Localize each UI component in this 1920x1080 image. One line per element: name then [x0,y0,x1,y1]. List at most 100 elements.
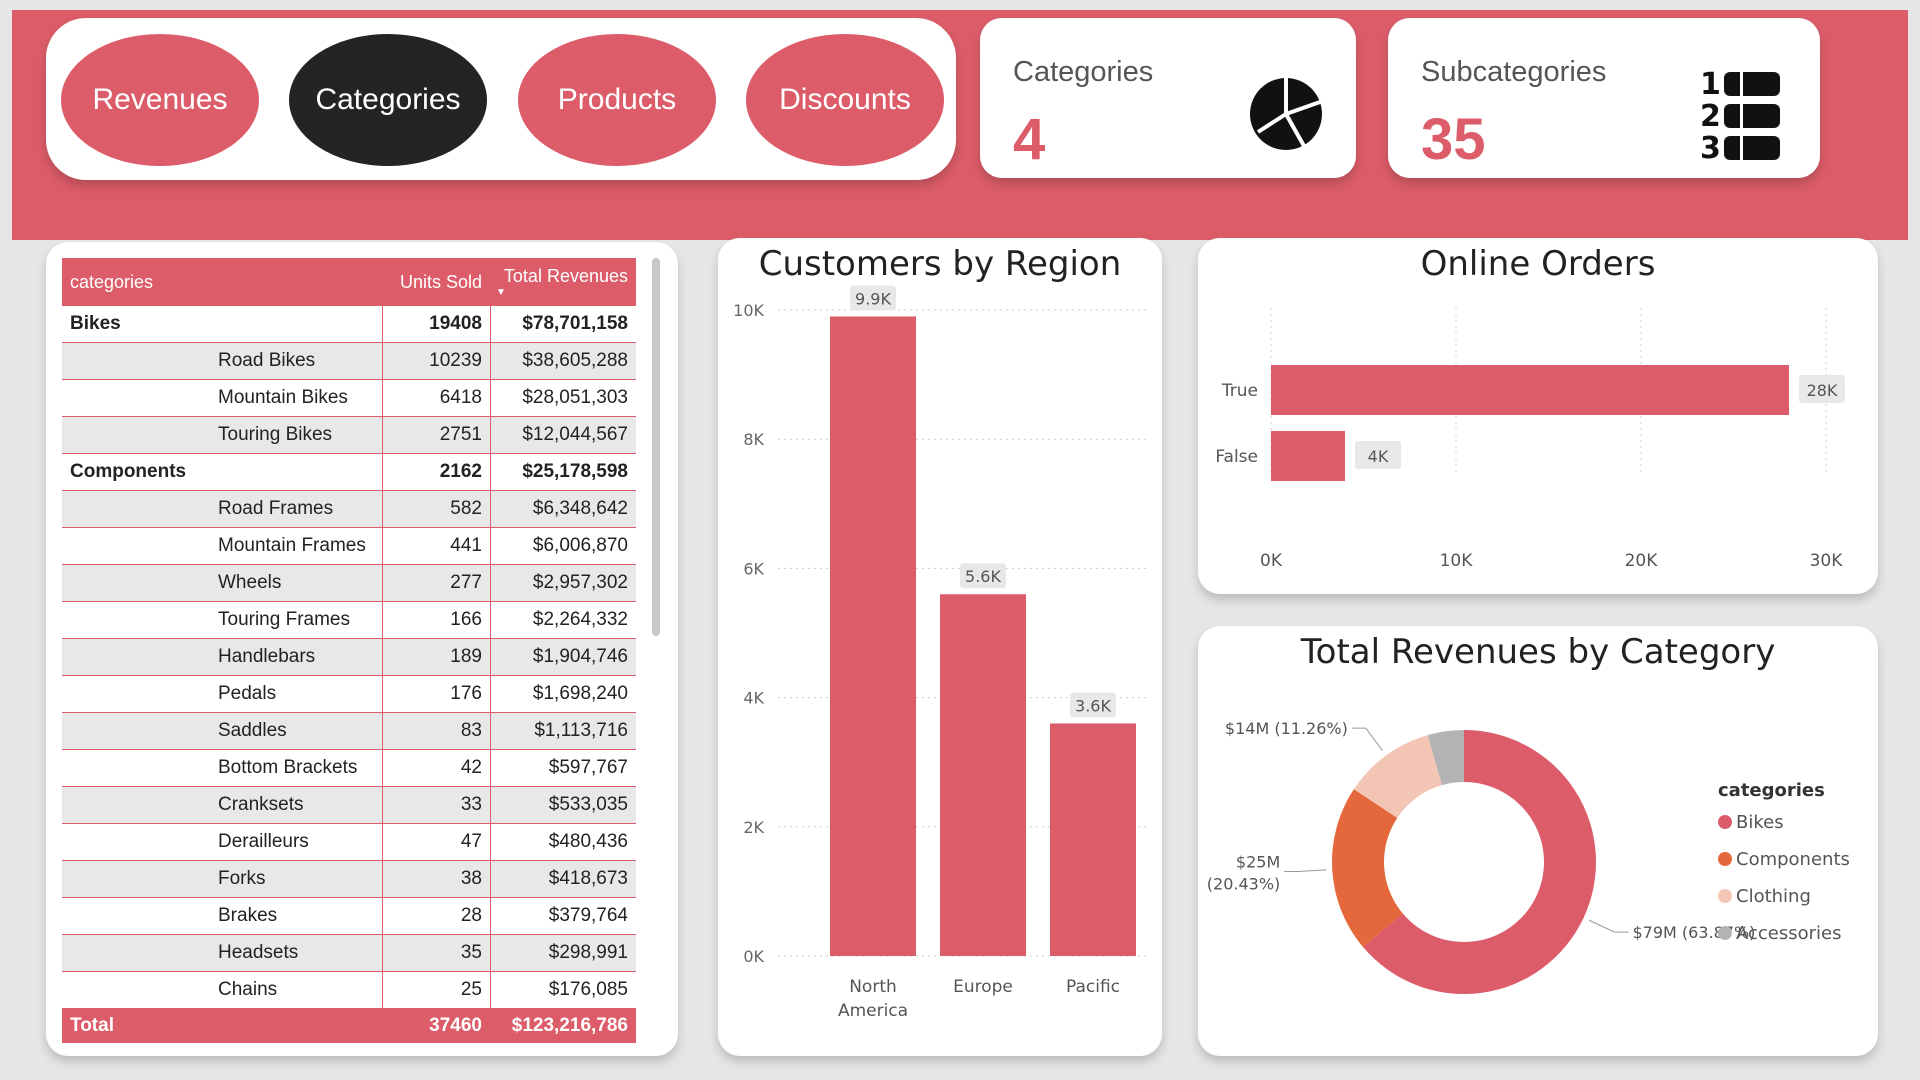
row-total-revenues: $38,605,288 [490,343,636,379]
y-tick-label: 10K [733,301,764,320]
row-total-revenues: $6,348,642 [490,491,636,527]
row-total-revenues: $298,991 [490,935,636,971]
column-header-total-revenues[interactable]: Total Revenues ▼ [490,258,636,306]
y-tick-label: 2K [743,818,764,837]
matrix-body: Bikes 19408 $78,701,158 Road Bikes 10239 $38,… [62,306,636,1009]
row-category-name: Touring Frames [218,609,350,630]
table-row[interactable]: Touring Bikes 2751 $12,044,567 [62,417,636,454]
row-units-sold: 25 [382,972,490,1008]
row-units-sold: 2162 [382,454,490,490]
table-row[interactable]: Wheels 277 $2,957,302 [62,565,636,602]
data-label: 4K [1368,447,1389,466]
row-units-sold: 47 [382,824,490,860]
row-total-revenues: $533,035 [490,787,636,823]
row-total-revenues: $379,764 [490,898,636,934]
column-header-units-sold[interactable]: Units Sold [382,258,490,306]
kpi-card-categories: Categories 4 [980,18,1356,178]
table-row[interactable]: Chains 25 $176,085 [62,972,636,1009]
row-total-revenues: $1,113,716 [490,713,636,749]
row-total-revenues: $1,698,240 [490,676,636,712]
kpi-subcategories-value: 35 [1421,107,1486,172]
legend-marker [1718,926,1732,940]
category-matrix-card: categories Units Sold Total Revenues ▼ B… [46,242,678,1056]
legend-title: categories [1718,780,1825,801]
slice-label: $25M [1236,853,1280,872]
row-units-sold: 176 [382,676,490,712]
row-total-revenues: $12,044,567 [490,417,636,453]
x-tick-label: North [849,977,897,997]
row-units-sold: 10239 [382,343,490,379]
revenues-by-category-card: Total Revenues by Category $79M (63.87%)… [1198,626,1878,1056]
table-row[interactable]: Brakes 28 $379,764 [62,898,636,935]
row-total-revenues: $78,701,158 [490,306,636,342]
nav-revenues-button[interactable]: Revenues [61,34,259,166]
row-total-revenues: $6,006,870 [490,528,636,564]
online-orders-card: Online Orders 0K 10K 20K 30K True 28K False 4K [1198,238,1878,594]
table-row[interactable]: Pedals 176 $1,698,240 [62,676,636,713]
row-category-name: Saddles [218,720,287,741]
row-units-sold: 42 [382,750,490,786]
matrix-scrollbar[interactable] [652,258,660,636]
table-row[interactable]: Mountain Bikes 6418 $28,051,303 [62,380,636,417]
row-units-sold: 277 [382,565,490,601]
table-row[interactable]: Handlebars 189 $1,904,746 [62,639,636,676]
row-units-sold: 189 [382,639,490,675]
customers-by-region-chart: 0K 2K 4K 6K 8K 10K 9.9K North America 5.6K Europe 3… [733,285,1148,1021]
bar [1271,365,1789,415]
row-category-name: Touring Bikes [218,424,333,445]
slice-label: (20.43%) [1207,875,1281,894]
nav-categories-button[interactable]: Categories [289,34,487,166]
row-category-name: Cranksets [218,794,304,815]
revenues-by-category-chart: $79M (63.87%)$25M(20.43%)$14M (11.26%)ca… [1207,719,1850,994]
row-total-revenues: $597,767 [490,750,636,786]
y-tick-label: False [1215,447,1258,467]
slice-leader-line [1588,919,1629,933]
matrix-total-row: Total 37460 $123,216,786 [62,1009,636,1043]
table-row[interactable]: Components 2162 $25,178,598 [62,454,636,491]
nav-discounts-button[interactable]: Discounts [746,34,944,166]
y-tick-label: 0K [743,947,764,966]
row-total-revenues: $176,085 [490,972,636,1008]
table-row[interactable]: Bottom Brackets 42 $597,767 [62,750,636,787]
legend-marker [1718,815,1732,829]
customers-by-region-card: Customers by Region 0K 2K 4K 6K 8K 10K 9.9K Nor… [718,238,1162,1056]
column-header-categories[interactable]: categories [62,272,382,293]
svg-text:3: 3 [1700,131,1721,162]
x-tick-label: Europe [953,977,1013,997]
svg-text:1: 1 [1700,67,1721,102]
table-row[interactable]: Saddles 83 $1,113,716 [62,713,636,750]
row-category-name: Mountain Frames [218,535,366,556]
y-tick-label: True [1221,381,1258,401]
slice-leader-line [1284,869,1327,873]
numbered-list-icon: 1 2 3 [1700,67,1780,162]
row-category-name: Headsets [218,942,299,963]
x-tick-label: 0K [1260,551,1283,571]
row-total-revenues: $2,264,332 [490,602,636,638]
table-row[interactable]: Headsets 35 $298,991 [62,935,636,972]
row-category-name: Chains [218,979,278,1000]
pie-chart-icon [1250,78,1322,150]
table-row[interactable]: Bikes 19408 $78,701,158 [62,306,636,343]
table-row[interactable]: Forks 38 $418,673 [62,861,636,898]
legend-item: Accessories [1736,923,1842,944]
row-total-revenues: $418,673 [490,861,636,897]
row-total-revenues: $480,436 [490,824,636,860]
x-tick-label: 20K [1625,551,1659,571]
table-row[interactable]: Road Bikes 10239 $38,605,288 [62,343,636,380]
row-category-name: Components [70,461,187,482]
kpi-card-subcategories: Subcategories 35 1 2 3 [1388,18,1820,178]
table-row[interactable]: Cranksets 33 $533,035 [62,787,636,824]
table-row[interactable]: Touring Frames 166 $2,264,332 [62,602,636,639]
row-total-revenues: $1,904,746 [490,639,636,675]
table-row[interactable]: Mountain Frames 441 $6,006,870 [62,528,636,565]
table-row[interactable]: Road Frames 582 $6,348,642 [62,491,636,528]
table-row[interactable]: Derailleurs 47 $480,436 [62,824,636,861]
row-category-name: Pedals [218,683,277,704]
row-category-name: Road Bikes [218,350,316,371]
bar [1050,723,1136,956]
online-orders-chart: 0K 10K 20K 30K True 28K False 4K [1215,308,1845,571]
bottom-bar [0,1074,1920,1080]
nav-products-button[interactable]: Products [518,34,716,166]
legend-item: Components [1736,849,1850,870]
row-units-sold: 441 [382,528,490,564]
